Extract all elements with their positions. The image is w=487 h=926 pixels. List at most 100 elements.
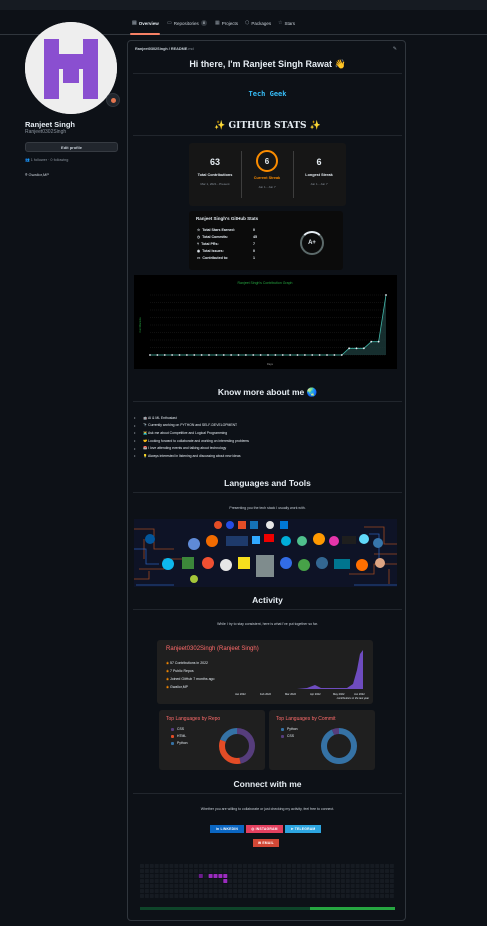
telegram-badge[interactable]: ➤ TELEGRAM bbox=[285, 825, 321, 833]
contribution-cell bbox=[140, 889, 144, 893]
activity-subtitle: While I try to stay consistent, here is … bbox=[217, 622, 318, 626]
contribution-cell bbox=[228, 879, 233, 883]
status-emoji-button[interactable] bbox=[106, 93, 120, 107]
contribution-cell bbox=[296, 884, 301, 888]
contribution-cell bbox=[203, 889, 208, 893]
avatar[interactable] bbox=[25, 22, 117, 114]
contribution-cell bbox=[238, 894, 242, 898]
contribution-cell bbox=[389, 894, 394, 898]
followers-link[interactable]: 1 follower bbox=[31, 158, 47, 162]
contribution-cell bbox=[193, 879, 198, 883]
contribution-cell bbox=[218, 869, 223, 873]
divider bbox=[133, 73, 402, 74]
instagram-badge[interactable]: ◎ INSTAGRAM bbox=[246, 825, 283, 833]
contribution-cell bbox=[238, 879, 242, 883]
contribution-cell bbox=[380, 869, 385, 873]
contribution-cell bbox=[198, 869, 203, 873]
contribution-cell bbox=[301, 869, 306, 873]
data-point bbox=[362, 347, 365, 350]
contribution-cell bbox=[154, 879, 159, 883]
streak-stats-card[interactable]: 63 Total Contributions Mar 1, 2021 - Pre… bbox=[189, 143, 346, 206]
contribution-cell bbox=[291, 889, 296, 893]
contribution-cell bbox=[262, 889, 267, 893]
readme-path-text[interactable]: Ranjeet0302Singh / README bbox=[135, 47, 187, 51]
linkedin-badge[interactable]: in LINKEDIN bbox=[210, 825, 244, 833]
contribution-cell bbox=[385, 884, 389, 888]
grpc-icon bbox=[226, 536, 248, 546]
connect-subtitle: Whether you are willing to collaborate o… bbox=[200, 807, 335, 811]
top-langs-by-repo-card[interactable]: Top Languages by Repo CSS HTML Python bbox=[159, 710, 265, 770]
tab-repositories[interactable]: ▭ Repositories 8 bbox=[167, 17, 207, 29]
project-icon: ▦ bbox=[215, 20, 220, 26]
top-langs-by-commit-card[interactable]: Top Languages by Commit Python CSS bbox=[269, 710, 375, 770]
contribution-cell bbox=[360, 874, 365, 878]
contribution-cell bbox=[360, 889, 365, 893]
contribution-cell bbox=[228, 869, 233, 873]
contribution-cell bbox=[189, 894, 193, 898]
activity-summary-card[interactable]: Ranjeet0302Singh (Ranjeet Singh) ◉ 57 Co… bbox=[157, 640, 373, 704]
contribution-graph[interactable]: Ranjeet Singh's Contribution Graph Contr… bbox=[134, 275, 397, 369]
contribution-cell bbox=[277, 874, 282, 878]
edit-profile-button[interactable]: Edit profile bbox=[25, 142, 118, 152]
contribution-cell bbox=[179, 869, 184, 873]
contribution-cell bbox=[184, 864, 189, 868]
contribution-cell bbox=[208, 879, 213, 883]
following-link[interactable]: 0 following bbox=[50, 158, 68, 162]
contribution-cell bbox=[154, 884, 159, 888]
contribution-cell bbox=[340, 879, 345, 883]
contribution-cell bbox=[375, 894, 380, 898]
graph-y-label: Contributions bbox=[138, 317, 142, 333]
data-point bbox=[355, 347, 358, 350]
contribution-cell bbox=[213, 889, 218, 893]
contribution-cell bbox=[247, 874, 252, 878]
contribution-cell bbox=[321, 884, 326, 888]
github-stats-card[interactable]: Ranjeet Singh's GitHub Stats ☆ Total Star… bbox=[189, 211, 343, 270]
contribution-cell bbox=[355, 874, 360, 878]
contribution-cell bbox=[345, 894, 350, 898]
x-tick: Jan 2022 bbox=[235, 692, 246, 696]
edit-readme-pencil-icon[interactable]: ✎ bbox=[393, 46, 397, 52]
tab-projects[interactable]: ▦ Projects bbox=[215, 17, 238, 29]
tools-subtitle: Presenting you the tech stack I usually … bbox=[229, 506, 306, 510]
contribution-cell bbox=[326, 879, 331, 883]
contribution-cell bbox=[291, 874, 296, 878]
contribution-cell bbox=[247, 894, 252, 898]
tab-overview[interactable]: ▤ Overview bbox=[132, 17, 159, 29]
contribution-cell bbox=[213, 879, 218, 883]
tab-packages[interactable]: ⬡ Packages bbox=[245, 17, 271, 29]
tensorflow-icon bbox=[188, 538, 200, 550]
contribution-cell bbox=[385, 889, 389, 893]
contribution-cell bbox=[218, 894, 223, 898]
email-badge[interactable]: ✉ EMAIL bbox=[253, 839, 279, 847]
repo-count-badge: 8 bbox=[200, 20, 207, 26]
mongodb-icon bbox=[298, 559, 310, 571]
contribution-cell bbox=[301, 894, 306, 898]
contribution-cell bbox=[247, 879, 252, 883]
contribution-cell bbox=[340, 884, 345, 888]
profile-login: Ranjeet0302Singh bbox=[25, 129, 67, 135]
contribution-cell bbox=[277, 864, 282, 868]
data-point bbox=[281, 354, 284, 356]
html-icon bbox=[214, 521, 222, 529]
contribution-cell bbox=[336, 869, 340, 873]
data-point bbox=[311, 354, 314, 356]
tab-stars[interactable]: ☆ Stars bbox=[278, 17, 295, 29]
contribution-cell bbox=[336, 879, 340, 883]
contribution-cell bbox=[213, 894, 218, 898]
tech-stack-banner bbox=[134, 519, 397, 587]
contribution-cell bbox=[174, 884, 179, 888]
github-stats-title: Ranjeet Singh's GitHub Stats bbox=[196, 216, 259, 221]
contribution-cell bbox=[198, 879, 203, 883]
contribution-cell bbox=[208, 869, 213, 873]
rank-grade: A+ bbox=[308, 240, 316, 246]
contribution-cell bbox=[140, 864, 144, 868]
contribution-cell bbox=[296, 894, 301, 898]
data-point bbox=[274, 354, 277, 356]
contribution-cell bbox=[203, 879, 208, 883]
contribution-cell bbox=[360, 884, 365, 888]
git-icon bbox=[202, 557, 214, 569]
contribution-cell bbox=[340, 894, 345, 898]
contribution-cell bbox=[257, 874, 262, 878]
contribution-cell bbox=[149, 884, 154, 888]
contribution-cell bbox=[247, 889, 252, 893]
